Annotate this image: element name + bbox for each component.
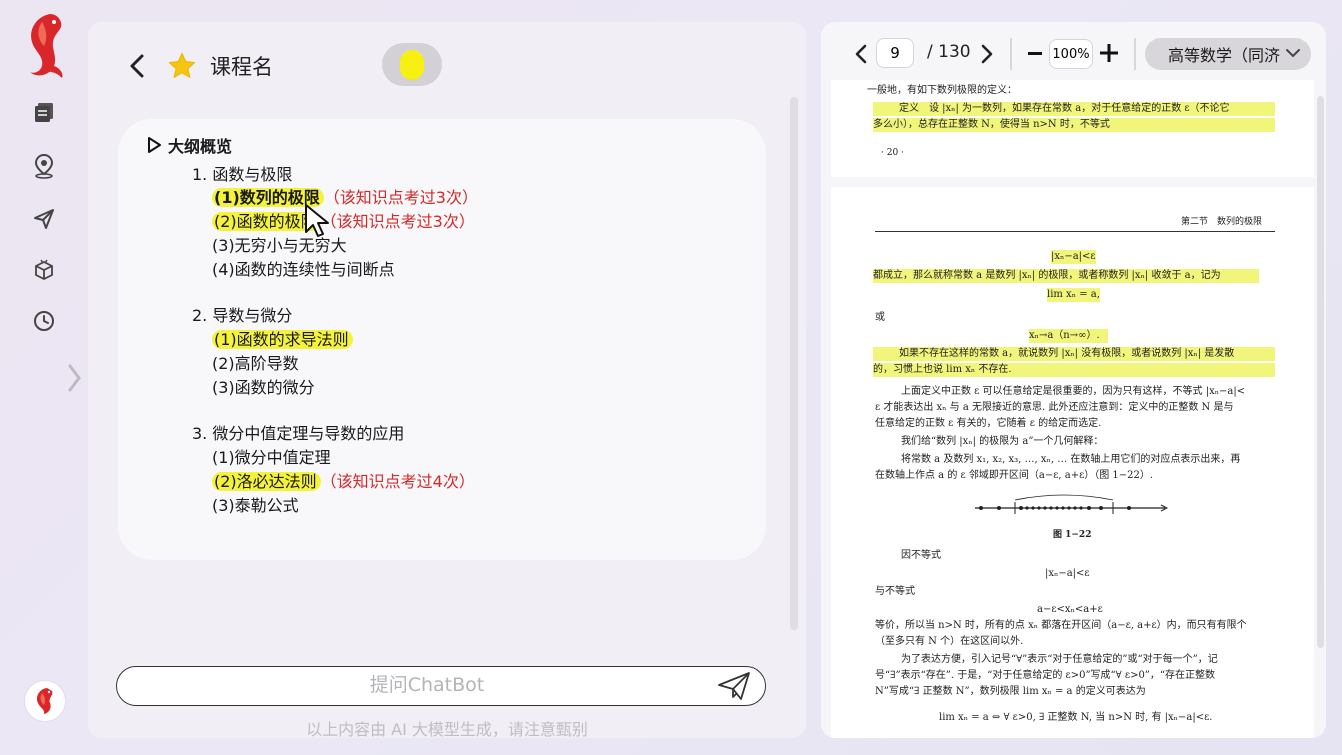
book-list-icon[interactable] [30, 98, 58, 126]
item-label: (4)函数的连续性与间断点 [212, 260, 395, 279]
book-select-value: 高等数学（同济 [1168, 46, 1281, 65]
cube-box-icon[interactable] [30, 256, 58, 284]
pdf-page: 一般地，有如下数列极限的定义： 定义 设 |xₙ| 为一数列，如果存在常数 a，… [831, 80, 1314, 177]
exam-count-note: （该知识点考过3次） [323, 188, 478, 207]
chapter-title[interactable]: 3. 微分中值定理与导数的应用 [192, 422, 404, 446]
book-select-dropdown[interactable]: 高等数学（同济 [1145, 38, 1311, 70]
toolbar-divider [1010, 38, 1012, 70]
pdf-text-line: 任意给定的正数 ε 有关的，它随着 ε 的给定而选定. [875, 418, 1102, 429]
pdf-text-line: 都成立，那么就称常数 a 是数列 |xₙ| 的极限，或者称数列 |xₙ| 收敛于… [873, 269, 1259, 283]
avatar[interactable] [24, 680, 66, 722]
toolbar-divider [1134, 38, 1136, 70]
outline-scrollbar[interactable] [790, 97, 798, 630]
pdf-text-line: 号“∃”表示“存在”. 于是，“对于任意给定的 ε>0”写成“∀ ε>0”，“存… [875, 670, 1216, 681]
item-label: (1)函数的求导法则 [212, 330, 353, 349]
pdf-text-line: 等价，所以当 n>N 时，所有的点 xₙ 都落在开区间（a−ε, a+ε）内，而… [875, 620, 1247, 631]
toggle-knob [400, 49, 424, 80]
pdf-pages[interactable]: 一般地，有如下数列极限的定义： 定义 设 |xₙ| 为一数列，如果存在常数 a，… [831, 80, 1314, 738]
item-label: (3)泰勒公式 [212, 496, 299, 515]
pdf-running-head: 第二节 数列的极限 [1181, 217, 1263, 227]
chevron-down-icon [1286, 49, 1300, 58]
outline-heading-text: 大纲概览 [168, 137, 233, 156]
outline-item[interactable]: (1)函数的求导法则 [212, 328, 353, 352]
number-line-figure [975, 494, 1169, 514]
outline-item[interactable]: (4)函数的连续性与间断点 [212, 258, 395, 282]
outline-item[interactable]: (1)微分中值定理 [212, 446, 331, 470]
exam-count-note: （该知识点考过3次） [320, 212, 475, 231]
course-title: 课程名 [210, 55, 273, 79]
pdf-text-line: 与不等式 [875, 586, 915, 597]
outline-item[interactable]: (3)泰勒公式 [212, 494, 299, 518]
ai-disclaimer: 以上内容由 AI 大模型生成，请注意甄别 [306, 720, 588, 739]
pdf-head-rule [875, 231, 1275, 232]
pdf-formula: lim xₙ = a, [1047, 288, 1100, 302]
sidebar [0, 0, 88, 755]
item-label: (2)高阶导数 [212, 354, 299, 373]
koi-logo-icon [20, 8, 68, 78]
pdf-scrollbar[interactable] [1317, 96, 1324, 648]
outline-item[interactable]: (3)函数的微分 [212, 376, 315, 400]
pdf-text-line: 多么小），总存在正整数 N，使得当 n>N 时，不等式 [873, 118, 1275, 132]
item-label: (1)微分中值定理 [212, 448, 331, 467]
pdf-text-line: N”写成“∃ 正整数 N”，数列极限 lim xₙ = a 的定义可表达为 [875, 686, 1146, 697]
item-label: (2)洛必达法则 [212, 472, 321, 491]
next-page-icon[interactable] [977, 40, 997, 68]
chapter-title[interactable]: 1. 函数与极限 [192, 163, 292, 187]
pdf-text-line: （至多只有 N 个）在这区间以外. [875, 636, 1024, 647]
page-total: / 130 [927, 42, 971, 62]
chapter-title[interactable]: 2. 导数与微分 [192, 304, 292, 328]
favorite-star-icon[interactable] [166, 50, 198, 82]
pdf-formula: |xₙ−a|<ε [1045, 568, 1090, 579]
pdf-formula: a−ε<xₙ<a+ε [1037, 604, 1103, 615]
pdf-formula: lim xₙ = a ⇔ ∀ ε>0, ∃ 正整数 N, 当 n>N 时, 有 … [939, 712, 1213, 723]
pdf-formula: |xₙ−a|<ε [1051, 250, 1096, 264]
pdf-text-line: 或 [875, 312, 885, 323]
outline-card: 大纲概览 1. 函数与极限 (1)数列的极限 （该知识点考过3次） (2)函数的极… [118, 119, 766, 560]
pdf-formula: xₙ→a（n→∞）. [1029, 329, 1108, 343]
zoom-level-input[interactable] [1049, 39, 1093, 69]
pdf-text-line: ε 才能表达出 xₙ 与 a 无限接近的意思. 此外还应注意到：定义中的正整数 … [875, 402, 1234, 413]
pdf-text-line: 在数轴上作点 a 的 ε 邻域即开区间（a−ε, a+ε）（图 1−22）. [875, 470, 1154, 481]
prev-page-icon[interactable] [851, 40, 871, 68]
pdf-text-line: 的，习惯上也说 lim xₙ 不存在. [873, 363, 1275, 377]
outline-item[interactable]: (2)洛必达法则 （该知识点考过4次） [212, 470, 475, 494]
pdf-toolbar: / 130 高等数学（同济 [821, 22, 1326, 80]
clock-icon[interactable] [30, 307, 58, 335]
item-label: (3)函数的微分 [212, 378, 315, 397]
outline-item[interactable]: (2)高阶导数 [212, 352, 299, 376]
outline-item[interactable]: (1)数列的极限 （该知识点考过3次） [212, 186, 478, 210]
figure-caption: 图 1−22 [1053, 530, 1092, 540]
play-outline-icon [148, 137, 161, 153]
pdf-text-line: 因不等式 [901, 550, 941, 561]
mouse-pointer-icon [302, 202, 334, 240]
course-header: 课程名 [128, 44, 273, 88]
outline-item[interactable]: (2)函数的极限 （该知识点考过3次） [212, 210, 475, 234]
pdf-text-line: 一般地，有如下数列极限的定义： [867, 85, 1017, 96]
exam-count-note: （该知识点考过4次） [320, 472, 475, 491]
pdf-text-line: 为了表达方便，引入记号“∀”表示“对于任意给定的”或“对于每一个”，记 [901, 654, 1218, 665]
pdf-page: 第二节 数列的极限 |xₙ−a|<ε 都成立，那么就称常数 a 是数列 |xₙ|… [831, 187, 1314, 738]
mode-toggle[interactable] [382, 43, 442, 86]
send-paper-plane-icon[interactable] [717, 671, 751, 701]
pdf-text-line: 定义 设 |xₙ| 为一数列，如果存在常数 a，对于任意给定的正数 ε（不论它 [873, 102, 1275, 116]
map-pin-icon[interactable] [30, 152, 58, 180]
send-icon[interactable] [30, 205, 58, 233]
page-number-input[interactable] [876, 38, 914, 68]
pdf-text-line: 将常数 a 及数列 x₁, x₂, x₃, …, xₙ, … 在数轴上用它们的对… [901, 454, 1241, 465]
pdf-text-line: 上面定义中正数 ε 可以任意给定是很重要的，因为只有这样，不等式 |xₙ−a|< [901, 386, 1246, 397]
zoom-in-icon[interactable] [1099, 43, 1119, 63]
pdf-viewer: / 130 高等数学（同济 一般地，有如下数列极限的定义： 定义 设 |xₙ| … [821, 22, 1326, 738]
pdf-text-line: 如果不存在这样的常数 a，就说数列 |xₙ| 没有极限，或者说数列 |xₙ| 是… [873, 347, 1275, 361]
chat-input[interactable] [147, 667, 707, 703]
back-arrow-icon[interactable] [128, 51, 152, 81]
pdf-page-number: · 20 · [881, 148, 904, 158]
course-panel: 课程名 大纲概览 1. 函数与极限 (1)数列的极限 （该知识点考过3次） (2)… [88, 22, 806, 739]
expand-chevron-icon[interactable] [64, 358, 84, 398]
pdf-text-line: 我们给“数列 |xₙ| 的极限为 a”一个几何解释： [901, 436, 1104, 447]
outline-heading: 大纲概览 [146, 133, 232, 157]
chat-input-box[interactable] [116, 666, 766, 706]
zoom-out-icon[interactable] [1025, 44, 1045, 64]
